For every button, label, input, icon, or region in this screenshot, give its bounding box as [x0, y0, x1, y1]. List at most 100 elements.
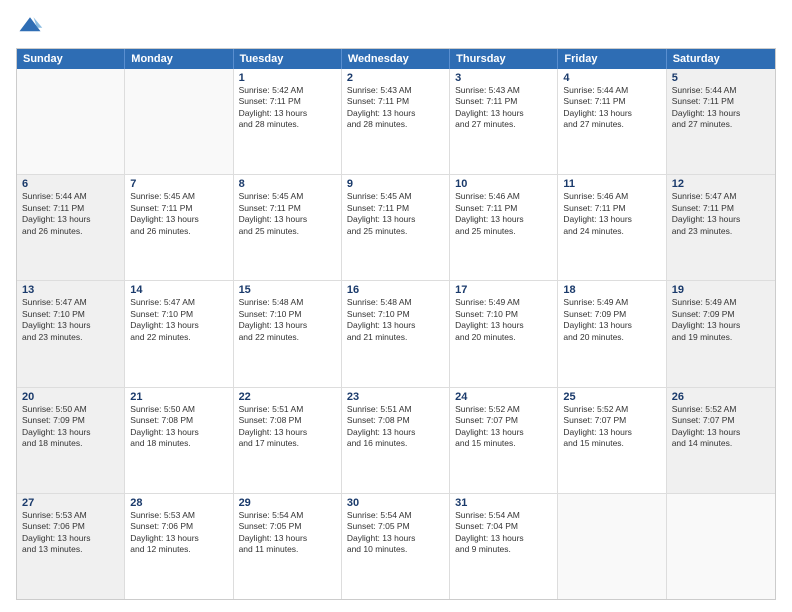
- cell-line: Sunset: 7:07 PM: [455, 415, 552, 426]
- cell-line: Sunrise: 5:45 AM: [130, 191, 227, 202]
- day-number: 15: [239, 284, 336, 296]
- cell-line: and 27 minutes.: [455, 119, 552, 130]
- day-number: 1: [239, 72, 336, 84]
- cell-line: Daylight: 13 hours: [672, 108, 770, 119]
- cell-line: Daylight: 13 hours: [455, 427, 552, 438]
- cell-line: Sunrise: 5:49 AM: [455, 297, 552, 308]
- cell-line: Daylight: 13 hours: [672, 427, 770, 438]
- calendar-cell: 29Sunrise: 5:54 AMSunset: 7:05 PMDayligh…: [234, 494, 342, 599]
- day-number: 16: [347, 284, 444, 296]
- cell-line: Sunset: 7:10 PM: [347, 309, 444, 320]
- cell-line: Sunrise: 5:43 AM: [347, 85, 444, 96]
- cell-line: Sunset: 7:11 PM: [455, 203, 552, 214]
- day-number: 21: [130, 391, 227, 403]
- calendar-cell: 24Sunrise: 5:52 AMSunset: 7:07 PMDayligh…: [450, 388, 558, 493]
- cell-line: Sunrise: 5:44 AM: [672, 85, 770, 96]
- day-number: 17: [455, 284, 552, 296]
- cell-line: and 20 minutes.: [455, 332, 552, 343]
- cell-line: Sunrise: 5:54 AM: [239, 510, 336, 521]
- weekday-header: Monday: [125, 49, 233, 69]
- cell-line: Sunrise: 5:44 AM: [563, 85, 660, 96]
- cell-line: Sunrise: 5:47 AM: [672, 191, 770, 202]
- cell-line: and 19 minutes.: [672, 332, 770, 343]
- cell-line: and 28 minutes.: [239, 119, 336, 130]
- cell-line: and 18 minutes.: [130, 438, 227, 449]
- cell-line: Sunrise: 5:50 AM: [22, 404, 119, 415]
- cell-line: and 11 minutes.: [239, 544, 336, 555]
- day-number: 14: [130, 284, 227, 296]
- calendar-cell: 25Sunrise: 5:52 AMSunset: 7:07 PMDayligh…: [558, 388, 666, 493]
- cell-line: Sunrise: 5:54 AM: [455, 510, 552, 521]
- calendar-cell: 9Sunrise: 5:45 AMSunset: 7:11 PMDaylight…: [342, 175, 450, 280]
- calendar-cell: 26Sunrise: 5:52 AMSunset: 7:07 PMDayligh…: [667, 388, 775, 493]
- cell-line: and 25 minutes.: [455, 226, 552, 237]
- calendar-cell: 19Sunrise: 5:49 AMSunset: 7:09 PMDayligh…: [667, 281, 775, 386]
- cell-line: Daylight: 13 hours: [22, 533, 119, 544]
- cell-line: and 26 minutes.: [130, 226, 227, 237]
- cell-line: Sunset: 7:10 PM: [239, 309, 336, 320]
- cell-line: Daylight: 13 hours: [563, 427, 660, 438]
- cell-line: Sunrise: 5:53 AM: [22, 510, 119, 521]
- calendar-cell: 11Sunrise: 5:46 AMSunset: 7:11 PMDayligh…: [558, 175, 666, 280]
- cell-line: and 24 minutes.: [563, 226, 660, 237]
- cell-line: Daylight: 13 hours: [239, 108, 336, 119]
- calendar-cell: 22Sunrise: 5:51 AMSunset: 7:08 PMDayligh…: [234, 388, 342, 493]
- day-number: 8: [239, 178, 336, 190]
- cell-line: Sunrise: 5:48 AM: [239, 297, 336, 308]
- cell-line: and 15 minutes.: [563, 438, 660, 449]
- cell-line: and 16 minutes.: [347, 438, 444, 449]
- calendar-cell: 14Sunrise: 5:47 AMSunset: 7:10 PMDayligh…: [125, 281, 233, 386]
- cell-line: Daylight: 13 hours: [239, 427, 336, 438]
- logo-icon: [16, 12, 44, 40]
- cell-line: Sunset: 7:06 PM: [22, 521, 119, 532]
- calendar-cell: 10Sunrise: 5:46 AMSunset: 7:11 PMDayligh…: [450, 175, 558, 280]
- cell-line: Sunset: 7:06 PM: [130, 521, 227, 532]
- day-number: 27: [22, 497, 119, 509]
- calendar-cell: 8Sunrise: 5:45 AMSunset: 7:11 PMDaylight…: [234, 175, 342, 280]
- day-number: 20: [22, 391, 119, 403]
- cell-line: Sunset: 7:11 PM: [239, 96, 336, 107]
- cell-line: Daylight: 13 hours: [455, 320, 552, 331]
- day-number: 4: [563, 72, 660, 84]
- cell-line: Daylight: 13 hours: [130, 320, 227, 331]
- day-number: 11: [563, 178, 660, 190]
- calendar-row: 20Sunrise: 5:50 AMSunset: 7:09 PMDayligh…: [17, 388, 775, 494]
- cell-line: Sunset: 7:11 PM: [672, 96, 770, 107]
- calendar-cell: 27Sunrise: 5:53 AMSunset: 7:06 PMDayligh…: [17, 494, 125, 599]
- cell-line: Daylight: 13 hours: [347, 320, 444, 331]
- weekday-header: Wednesday: [342, 49, 450, 69]
- day-number: 23: [347, 391, 444, 403]
- day-number: 30: [347, 497, 444, 509]
- cell-line: Sunset: 7:08 PM: [130, 415, 227, 426]
- cell-line: Sunrise: 5:47 AM: [130, 297, 227, 308]
- cell-line: Daylight: 13 hours: [22, 320, 119, 331]
- cell-line: Sunset: 7:11 PM: [347, 96, 444, 107]
- cell-line: Sunrise: 5:48 AM: [347, 297, 444, 308]
- day-number: 7: [130, 178, 227, 190]
- cell-line: Sunrise: 5:49 AM: [563, 297, 660, 308]
- cell-line: Sunset: 7:08 PM: [347, 415, 444, 426]
- cell-line: Sunset: 7:10 PM: [22, 309, 119, 320]
- logo: [16, 12, 48, 40]
- day-number: 6: [22, 178, 119, 190]
- cell-line: Sunset: 7:11 PM: [22, 203, 119, 214]
- cell-line: Sunrise: 5:43 AM: [455, 85, 552, 96]
- calendar-cell: 15Sunrise: 5:48 AMSunset: 7:10 PMDayligh…: [234, 281, 342, 386]
- cell-line: Daylight: 13 hours: [347, 214, 444, 225]
- cell-line: and 18 minutes.: [22, 438, 119, 449]
- weekday-header: Thursday: [450, 49, 558, 69]
- calendar-cell: 21Sunrise: 5:50 AMSunset: 7:08 PMDayligh…: [125, 388, 233, 493]
- cell-line: Daylight: 13 hours: [563, 214, 660, 225]
- cell-line: Sunset: 7:05 PM: [347, 521, 444, 532]
- calendar-cell: 23Sunrise: 5:51 AMSunset: 7:08 PMDayligh…: [342, 388, 450, 493]
- cell-line: Daylight: 13 hours: [239, 214, 336, 225]
- cell-line: and 15 minutes.: [455, 438, 552, 449]
- calendar-cell: 6Sunrise: 5:44 AMSunset: 7:11 PMDaylight…: [17, 175, 125, 280]
- cell-line: Sunrise: 5:51 AM: [239, 404, 336, 415]
- cell-line: Sunset: 7:11 PM: [130, 203, 227, 214]
- day-number: 13: [22, 284, 119, 296]
- calendar-cell: 12Sunrise: 5:47 AMSunset: 7:11 PMDayligh…: [667, 175, 775, 280]
- calendar-cell: [558, 494, 666, 599]
- cell-line: Daylight: 13 hours: [455, 533, 552, 544]
- cell-line: Daylight: 13 hours: [239, 320, 336, 331]
